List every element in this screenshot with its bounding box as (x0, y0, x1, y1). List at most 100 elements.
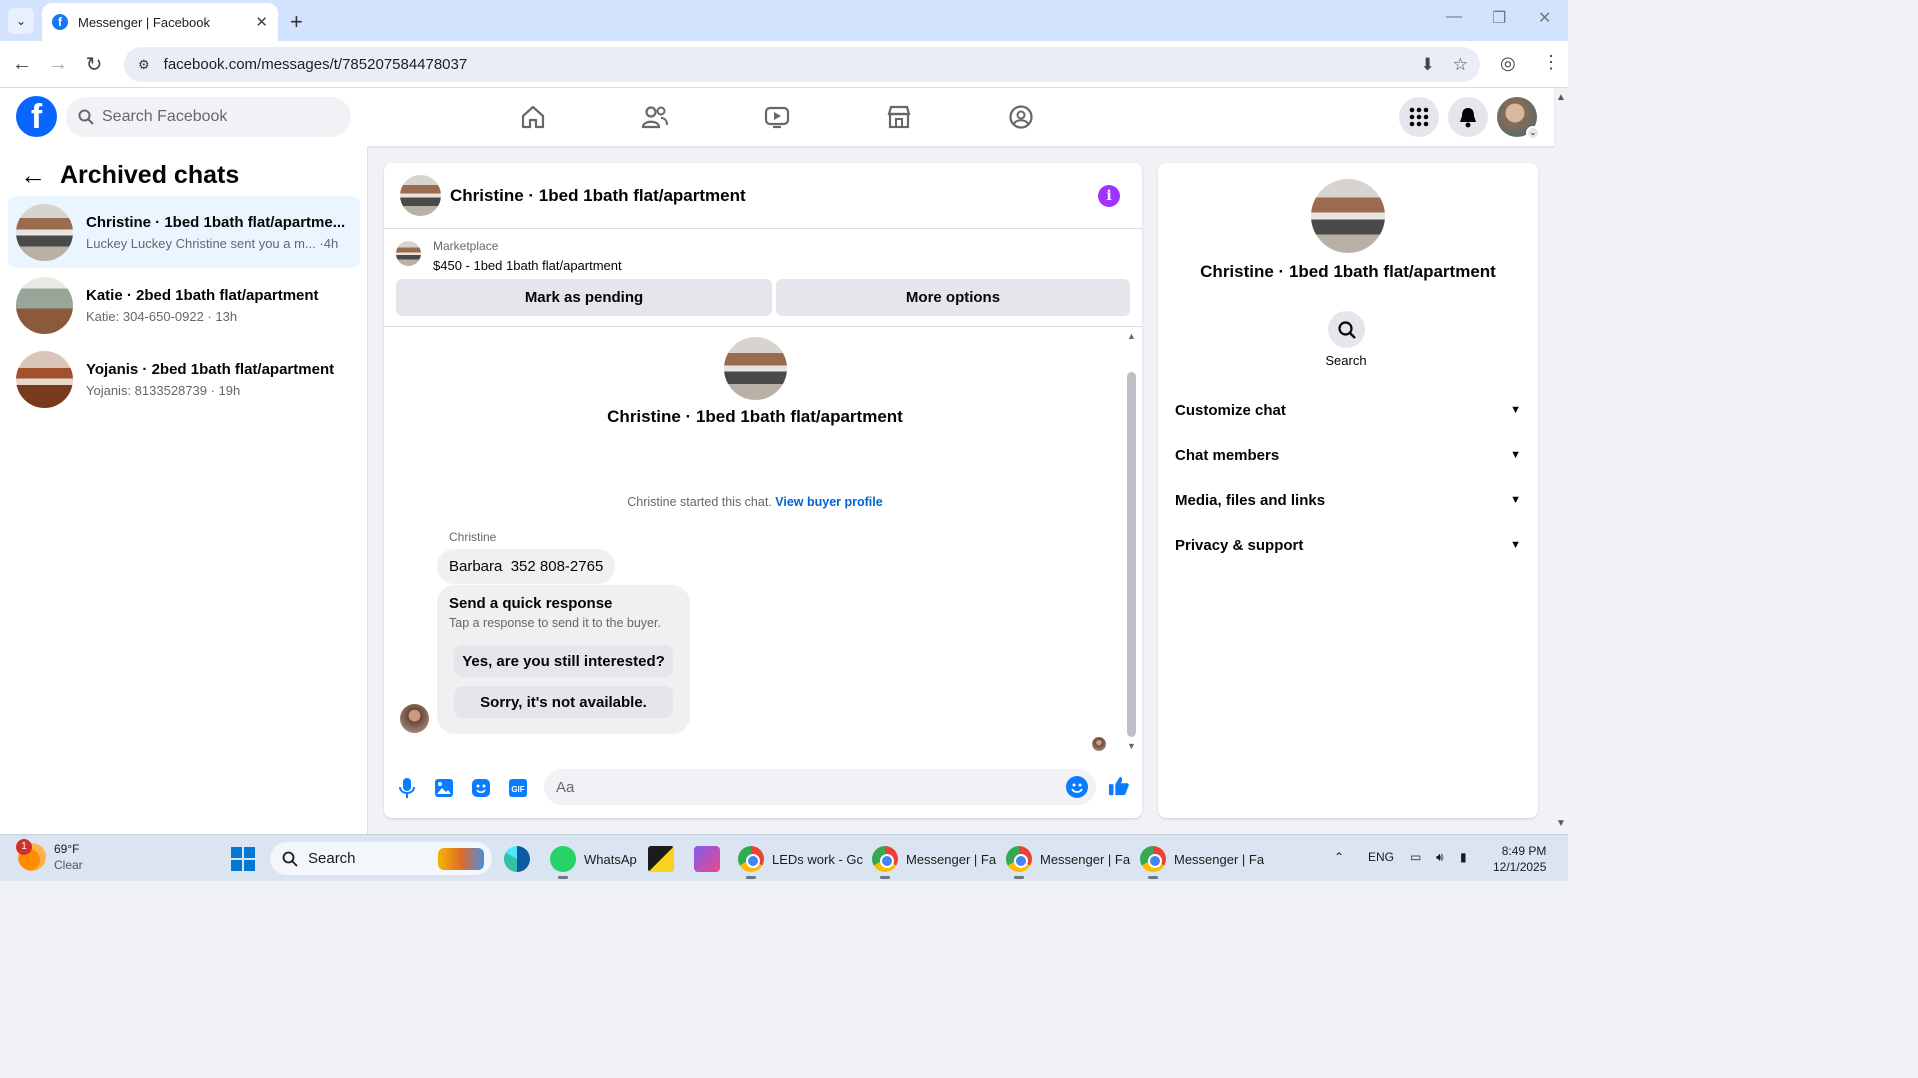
windows-start-icon[interactable] (231, 847, 255, 871)
language-indicator[interactable]: ENG (1368, 850, 1394, 864)
browser-tab-active[interactable]: f Messenger | Facebook ✕ (42, 3, 278, 41)
info-search-label: Search (1325, 353, 1367, 368)
taskbar-snipping-tool[interactable] (694, 843, 728, 875)
weather-sun-icon: 1 (16, 839, 46, 871)
conversation-avatar[interactable] (400, 175, 441, 216)
facebook-header: f ⌄ (0, 88, 1554, 146)
search-highlight-icon (438, 847, 484, 870)
whatsapp-icon (550, 846, 576, 872)
chat-info-panel: Christine · 1bed 1bath flat/apartment Se… (1158, 163, 1538, 818)
restore-window-icon[interactable]: ❐ (1492, 8, 1506, 28)
forward-icon[interactable]: → (40, 53, 76, 76)
message-sender-name: Christine (449, 530, 497, 544)
close-window-icon[interactable]: ✕ (1538, 8, 1551, 28)
weather-widget[interactable]: 1 69°F Clear (16, 839, 83, 873)
privacy-support-row[interactable]: Privacy & support ▼ (1175, 525, 1521, 565)
taskbar-chrome-messenger-3[interactable]: Messenger | Fa (1140, 843, 1264, 879)
back-icon[interactable]: ← (4, 53, 40, 76)
reload-icon[interactable]: ↻ (76, 52, 112, 77)
emoji-icon[interactable] (1066, 776, 1088, 798)
friends-icon[interactable] (638, 101, 672, 133)
search-icon (1337, 320, 1356, 339)
message-input-box[interactable] (544, 769, 1096, 805)
started-text: Christine started this chat. (627, 495, 772, 509)
browser-toolbar: ← → ↻ ⚙ facebook.com/messages/t/78520758… (0, 41, 1568, 88)
taskbar-edge[interactable] (504, 843, 538, 875)
message-bubble[interactable]: Barbara 352 808-2765 (437, 549, 616, 584)
battery-icon[interactable]: ▮ (1460, 850, 1467, 864)
taskbar-chrome-messenger-1[interactable]: Messenger | Fa (872, 843, 996, 879)
taskbar-search[interactable]: Search (270, 842, 492, 875)
customize-chat-row[interactable]: Customize chat ▼ (1175, 390, 1521, 430)
more-options-button[interactable]: More options (776, 279, 1130, 316)
info-avatar[interactable] (1311, 179, 1385, 253)
photo-icon[interactable] (433, 777, 455, 799)
edge-icon (504, 846, 530, 872)
taskbar-whatsapp[interactable]: WhatsAp (550, 843, 637, 879)
profile-icon[interactable]: ◎ (1500, 53, 1516, 74)
thumbs-up-icon[interactable] (1108, 775, 1130, 797)
marketplace-icon[interactable] (882, 101, 916, 133)
facebook-search-input[interactable] (102, 108, 332, 126)
section-label: Chat members (1175, 446, 1280, 464)
network-icon[interactable]: ▭ (1410, 850, 1421, 864)
minimize-window-icon[interactable]: — (1446, 8, 1462, 26)
show-hidden-icons-icon[interactable]: ⌃ (1334, 850, 1344, 864)
address-bar[interactable]: ⚙ facebook.com/messages/t/78520758447803… (124, 47, 1480, 82)
seen-indicator-avatar (1092, 737, 1106, 751)
menu-grid-button[interactable] (1399, 97, 1439, 137)
back-arrow-icon[interactable]: ← (20, 160, 46, 191)
system-clock[interactable]: 8:49 PM 12/1/2025 (1493, 843, 1546, 875)
info-search-button[interactable] (1328, 311, 1365, 348)
home-icon[interactable] (516, 101, 550, 133)
sticker-icon[interactable] (470, 777, 492, 799)
facebook-search[interactable] (66, 97, 351, 137)
mark-as-pending-button[interactable]: Mark as pending (396, 279, 772, 316)
info-icon[interactable]: i (1098, 185, 1120, 207)
install-app-icon[interactable]: ⬇ (1421, 55, 1435, 75)
thread-scroll-down-icon[interactable]: ▼ (1127, 741, 1136, 751)
message-input[interactable] (556, 778, 1036, 796)
view-buyer-profile-link[interactable]: View buyer profile (775, 495, 882, 509)
chat-list-item-christine[interactable]: Christine · 1bed 1bath flat/apartme... L… (8, 196, 360, 268)
video-icon[interactable] (760, 101, 794, 133)
chevron-down-icon: ▼ (1510, 404, 1521, 416)
info-chat-name: Christine · 1bed 1bath flat/apartment (1200, 262, 1496, 281)
quick-response-button[interactable]: Sorry, it's not available. (454, 686, 673, 718)
marketplace-listing[interactable]: Marketplace $450 - 1bed 1bath flat/apart… (396, 239, 622, 273)
chat-started-notice: Christine started this chat. View buyer … (384, 495, 1126, 509)
chat-list-item-katie[interactable]: Katie · 2bed 1bath flat/apartment Katie:… (8, 269, 360, 341)
running-indicator (558, 876, 568, 879)
close-tab-icon[interactable]: ✕ (255, 13, 268, 31)
section-label: Privacy & support (1175, 536, 1304, 554)
taskbar-chrome-messenger-2[interactable]: Messenger | Fa (1006, 843, 1130, 879)
page-scroll-up-icon[interactable]: ▲ (1556, 92, 1566, 103)
conversation-title[interactable]: Christine · 1bed 1bath flat/apartment (450, 186, 746, 206)
sender-avatar[interactable] (400, 704, 429, 733)
chat-list-item-yojanis[interactable]: Yojanis · 2bed 1bath flat/apartment Yoja… (8, 343, 360, 415)
groups-gaming-icon[interactable] (1004, 101, 1038, 133)
thread-scrollbar[interactable] (1127, 372, 1136, 737)
browser-tabbar: ⌄ f Messenger | Facebook ✕ + — ❐ ✕ (0, 0, 1568, 41)
facebook-logo-icon[interactable]: f (16, 96, 57, 137)
thread-scroll-up-icon[interactable]: ▲ (1127, 331, 1136, 341)
running-indicator (880, 876, 890, 879)
page-scroll-down-icon[interactable]: ▼ (1556, 818, 1566, 829)
taskbar-chrome-leds[interactable]: LEDs work - Gc (738, 843, 863, 879)
chat-thumbnail (16, 350, 73, 408)
notifications-button[interactable] (1448, 97, 1488, 137)
bookmark-star-icon[interactable]: ☆ (1453, 55, 1468, 75)
account-avatar[interactable]: ⌄ (1497, 97, 1540, 140)
tab-search-dropdown[interactable]: ⌄ (8, 7, 34, 34)
new-tab-button[interactable]: + (290, 9, 303, 35)
gif-icon[interactable]: GIF (507, 777, 529, 799)
browser-menu-icon[interactable]: ⋮ (1542, 52, 1560, 73)
microphone-icon[interactable] (396, 777, 418, 799)
media-files-links-row[interactable]: Media, files and links ▼ (1175, 480, 1521, 520)
volume-icon[interactable]: 🔊︎ (1436, 850, 1444, 865)
chat-members-row[interactable]: Chat members ▼ (1175, 435, 1521, 475)
search-icon (282, 851, 298, 867)
site-info-icon[interactable]: ⚙ (138, 57, 150, 73)
taskbar-sticky-notes[interactable] (648, 843, 682, 875)
quick-response-button[interactable]: Yes, are you still interested? (454, 645, 673, 677)
